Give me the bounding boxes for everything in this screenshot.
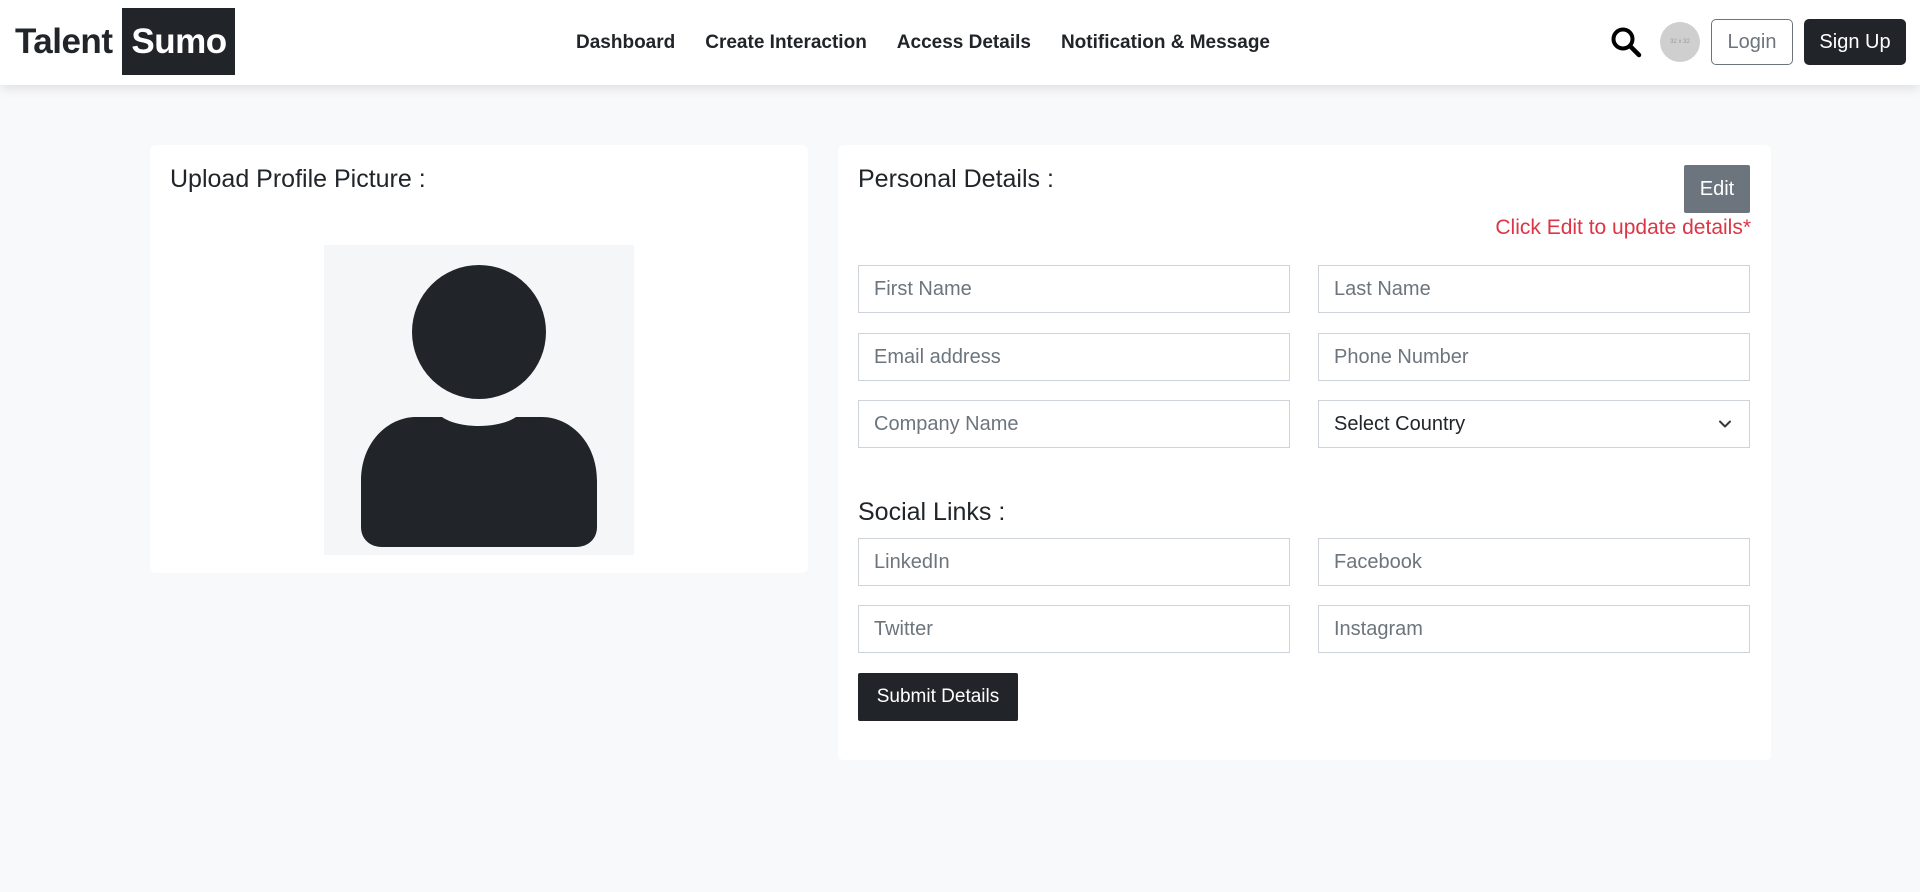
submit-details-button[interactable]: Submit Details: [858, 673, 1018, 721]
instagram-input[interactable]: [1334, 617, 1749, 641]
company-field[interactable]: [858, 400, 1290, 448]
first-name-field[interactable]: [858, 265, 1290, 313]
edit-note: Click Edit to update details*: [1495, 216, 1751, 239]
twitter-field[interactable]: [858, 605, 1290, 653]
personal-details-card: Personal Details : Edit Click Edit to up…: [838, 145, 1771, 760]
country-select-value: Select Country: [1334, 412, 1466, 435]
personal-details-title: Personal Details :: [858, 165, 1054, 193]
phone-field[interactable]: [1318, 333, 1750, 381]
social-links-title: Social Links :: [858, 498, 1006, 526]
brand-sumo-text: Sumo: [122, 8, 236, 75]
first-name-input[interactable]: [874, 277, 1289, 301]
linkedin-input[interactable]: [874, 550, 1289, 574]
edit-button[interactable]: Edit: [1684, 165, 1750, 213]
nav-link-notification-message[interactable]: Notification & Message: [1061, 32, 1270, 54]
facebook-input[interactable]: [1334, 550, 1749, 574]
twitter-input[interactable]: [874, 617, 1289, 641]
user-silhouette-icon: [361, 265, 597, 547]
instagram-field[interactable]: [1318, 605, 1750, 653]
email-input[interactable]: [874, 345, 1289, 369]
last-name-input[interactable]: [1334, 277, 1749, 301]
brand-logo[interactable]: Talent Sumo: [15, 8, 236, 75]
upload-profile-title: Upload Profile Picture :: [170, 165, 426, 193]
upload-profile-card: Upload Profile Picture :: [150, 145, 808, 573]
facebook-field[interactable]: [1318, 538, 1750, 586]
profile-picture-upload[interactable]: [324, 245, 634, 555]
country-select[interactable]: Select Country: [1318, 400, 1750, 448]
avatar-placeholder-text: 32 x 32: [1670, 39, 1690, 45]
linkedin-field[interactable]: [858, 538, 1290, 586]
nav-link-access-details[interactable]: Access Details: [897, 32, 1031, 54]
brand-talent-text: Talent: [15, 21, 113, 61]
last-name-field[interactable]: [1318, 265, 1750, 313]
nav-actions: 32 x 32 Login Sign Up: [1610, 18, 1906, 66]
login-button[interactable]: Login: [1711, 19, 1793, 65]
nav-links: Dashboard Create Interaction Access Deta…: [576, 0, 1300, 85]
nav-link-create-interaction[interactable]: Create Interaction: [705, 32, 867, 54]
search-icon[interactable]: [1610, 26, 1642, 58]
signup-button[interactable]: Sign Up: [1804, 19, 1906, 65]
nav-link-dashboard[interactable]: Dashboard: [576, 32, 675, 54]
email-field[interactable]: [858, 333, 1290, 381]
navbar: Talent Sumo Dashboard Create Interaction…: [0, 0, 1920, 85]
company-input[interactable]: [874, 412, 1289, 436]
phone-input[interactable]: [1334, 345, 1749, 369]
chevron-down-icon: [1719, 420, 1731, 428]
avatar[interactable]: 32 x 32: [1660, 22, 1700, 62]
